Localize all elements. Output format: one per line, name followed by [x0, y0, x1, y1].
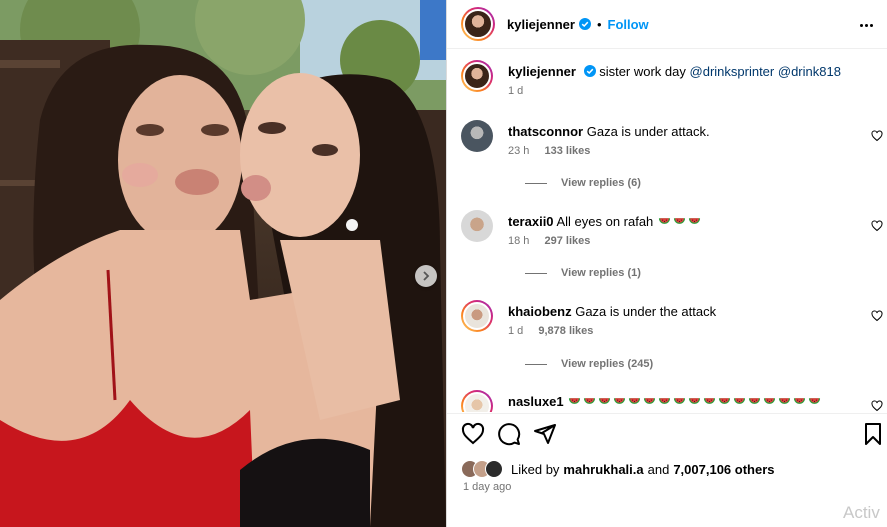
comment-emojis — [567, 394, 822, 409]
avatar[interactable] — [461, 300, 493, 332]
watermelon-icon — [719, 398, 731, 404]
watermelon-icon — [584, 398, 596, 404]
comment-text: Gaza is under the attack — [575, 304, 717, 319]
comments-list[interactable]: kyliejenner sister work day @drinksprint… — [447, 50, 887, 412]
watermelon-icon — [658, 218, 670, 224]
photo-illustration — [0, 0, 446, 527]
comment-item: khaiobenz Gaza is under the attack 1 d 9… — [461, 300, 887, 380]
avatar[interactable] — [461, 60, 493, 92]
caption-age: 1 d — [508, 85, 524, 97]
watermelon-icon — [779, 398, 791, 404]
watermelon-icon — [764, 398, 776, 404]
heart-icon[interactable] — [871, 220, 883, 232]
author-username[interactable]: kyliejenner — [507, 17, 575, 32]
comment-text: All eyes on rafah — [556, 214, 654, 229]
liked-by-prefix: Liked by — [511, 461, 560, 477]
watermelon-icon — [644, 398, 656, 404]
avatar[interactable] — [461, 7, 495, 41]
watermelon-icon — [794, 398, 806, 404]
heart-icon[interactable] — [461, 422, 485, 446]
view-replies-button[interactable]: View replies (1) — [525, 267, 641, 279]
avatar[interactable] — [461, 390, 493, 412]
comment-meta: 23 h 133 likes — [508, 145, 602, 157]
carousel-next-button[interactable] — [415, 265, 437, 287]
send-icon[interactable] — [533, 422, 557, 446]
watermelon-icon — [734, 398, 746, 404]
separator: • — [596, 16, 602, 32]
comment-likes[interactable]: 9,878 likes — [538, 325, 593, 337]
post-header: kyliejenner • Follow — [447, 0, 887, 49]
heart-icon[interactable] — [871, 400, 883, 412]
caption-mention-drink818[interactable]: @drink818 — [778, 64, 841, 79]
watermelon-icon — [704, 398, 716, 404]
liked-by-and: and — [647, 461, 670, 477]
comment-meta: 1 d 9,878 likes — [508, 325, 605, 337]
avatar[interactable] — [461, 120, 493, 152]
watermelon-icon — [673, 218, 685, 224]
activation-watermark: Activ — [843, 503, 880, 522]
comment-item: thatsconnor Gaza is under attack. 23 h 1… — [461, 120, 887, 200]
post-details-panel: kyliejenner • Follow kyliejenner sister … — [446, 0, 887, 527]
liked-by: Liked by mahrukhali.a and 7,007,106 othe… — [461, 460, 775, 478]
comment-item: teraxii0 All eyes on rafah 18 h 297 like… — [461, 210, 887, 290]
view-replies-button[interactable]: View replies (6) — [525, 177, 641, 189]
view-replies-label: View replies (245) — [561, 358, 654, 370]
watermelon-icon — [749, 398, 761, 404]
view-replies-label: View replies (1) — [561, 267, 641, 279]
comment-item: nasluxe1 — [461, 390, 887, 412]
verified-badge-icon — [583, 65, 596, 77]
post-photo[interactable] — [0, 0, 446, 527]
more-options-icon[interactable] — [857, 16, 875, 34]
watermelon-icon — [629, 398, 641, 404]
liked-by-user[interactable]: mahrukhali.a — [563, 462, 643, 477]
verified-badge-icon — [578, 18, 591, 30]
bookmark-icon[interactable] — [861, 422, 885, 446]
watermelon-icon — [688, 218, 700, 224]
comment-icon[interactable] — [497, 422, 521, 446]
liked-by-avatars — [461, 460, 503, 478]
watermelon-icon — [599, 398, 611, 404]
watermelon-icon — [674, 398, 686, 404]
comment-meta: 18 h 297 likes — [508, 235, 602, 247]
comment-username[interactable]: khaiobenz — [508, 304, 572, 319]
avatar[interactable] — [461, 210, 493, 242]
heart-icon[interactable] — [871, 310, 883, 322]
watermelon-icon — [659, 398, 671, 404]
post-timestamp[interactable]: 1 day ago — [463, 481, 511, 493]
chevron-right-icon — [423, 271, 430, 281]
comment-text: Gaza is under attack. — [586, 124, 710, 139]
comment-age: 23 h — [508, 145, 530, 157]
watermelon-icon — [689, 398, 701, 404]
caption-meta: 1 d — [508, 85, 535, 97]
comment-username[interactable]: thatsconnor — [508, 124, 583, 139]
comment-likes[interactable]: 297 likes — [544, 235, 590, 247]
caption: kyliejenner sister work day @drinksprint… — [461, 60, 887, 105]
watermelon-icon — [569, 398, 581, 404]
follow-button[interactable]: Follow — [608, 17, 649, 32]
watermelon-icon — [809, 398, 821, 404]
comment-age: 18 h — [508, 235, 530, 247]
watermelon-icon — [614, 398, 626, 404]
comment-emojis — [657, 214, 702, 229]
caption-text: sister work day — [599, 64, 686, 79]
comment-likes[interactable]: 133 likes — [544, 145, 590, 157]
comment-username[interactable]: nasluxe1 — [508, 394, 564, 409]
caption-mention-drinksprinter[interactable]: @drinksprinter — [690, 64, 775, 79]
liked-by-others[interactable]: 7,007,106 others — [673, 462, 774, 477]
comment-username[interactable]: teraxii0 — [508, 214, 554, 229]
comment-age: 1 d — [508, 325, 524, 337]
view-replies-label: View replies (6) — [561, 177, 641, 189]
heart-icon[interactable] — [871, 130, 883, 142]
caption-username[interactable]: kyliejenner — [508, 64, 576, 79]
post-actions: Liked by mahrukhali.a and 7,007,106 othe… — [447, 413, 887, 527]
view-replies-button[interactable]: View replies (245) — [525, 358, 653, 370]
